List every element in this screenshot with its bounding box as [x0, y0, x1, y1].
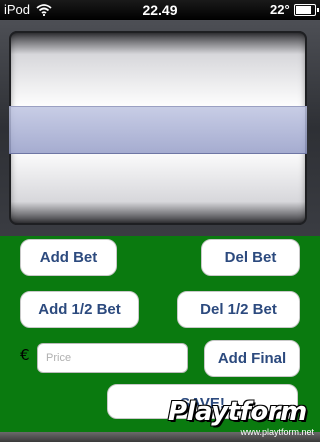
price-input[interactable]: [37, 343, 188, 373]
currency-symbol: €: [20, 346, 30, 364]
add-final-button[interactable]: Add Final: [204, 340, 300, 377]
status-bar: iPod 22.49 22°: [0, 0, 320, 20]
del-half-bet-button[interactable]: Del 1/2 Bet: [177, 291, 300, 328]
watermark: Playtform www.playtform.net: [160, 395, 320, 442]
battery-icon: [294, 4, 319, 16]
temperature-label: 22°: [270, 2, 290, 17]
add-half-bet-button[interactable]: Add 1/2 Bet: [20, 291, 139, 328]
add-bet-button[interactable]: Add Bet: [20, 239, 117, 276]
del-bet-button[interactable]: Del Bet: [201, 239, 300, 276]
watermark-logo: Playtform: [168, 397, 307, 427]
picker-selection-bar: [9, 106, 307, 154]
battery-fill: [296, 6, 311, 14]
watermark-url: www.playtform.net: [240, 427, 314, 437]
